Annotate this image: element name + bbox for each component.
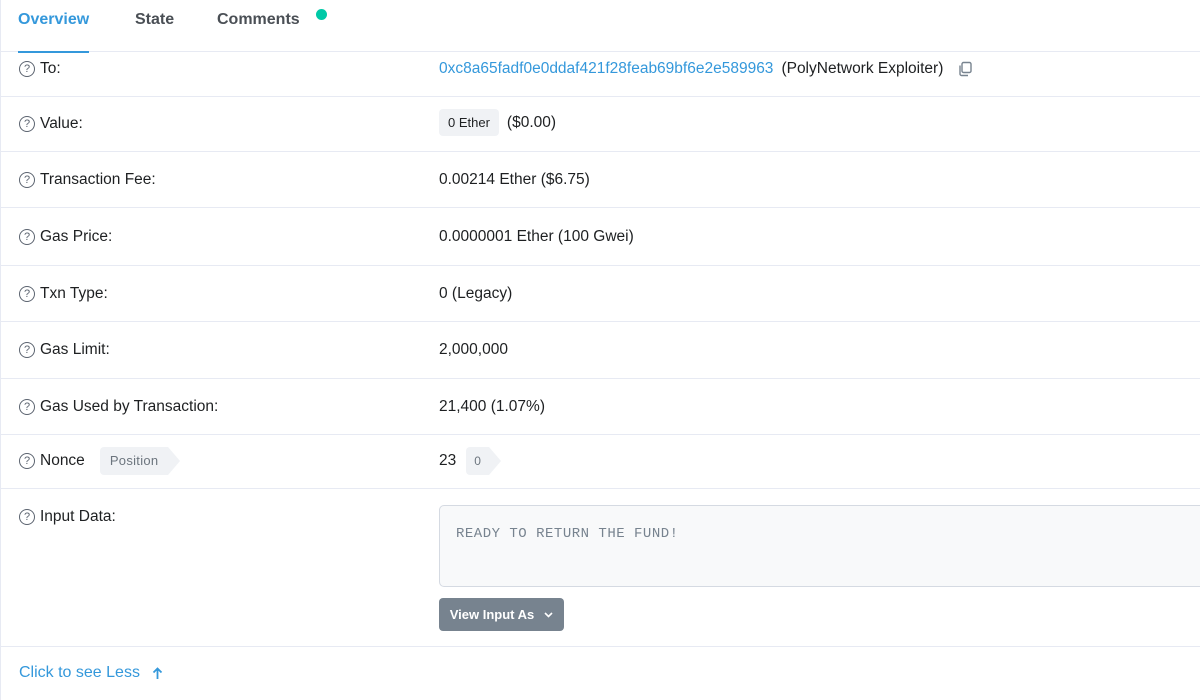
row-gas-limit: ? Gas Limit: 2,000,000 [1, 322, 1200, 379]
question-circle-icon[interactable]: ? [19, 342, 35, 358]
fee-value: 0.00214 Ether ($6.75) [439, 171, 590, 189]
arrow-up-icon [152, 666, 163, 679]
value-value-group: 0 Ether ($0.00) [439, 109, 556, 136]
to-address-link[interactable]: 0xc8a65fadf0e0ddaf421f28feab69bf6e2e5899… [439, 60, 773, 78]
nonce-label: Nonce [40, 452, 85, 469]
fee-value-text: 0.00214 Ether ($6.75) [439, 171, 590, 188]
ether-amount-badge: 0 Ether [439, 109, 499, 136]
gas-used-value: 21,400 (1.07%) [439, 398, 545, 416]
value-label: Value: [40, 115, 83, 132]
row-to: ? To: 0xc8a65fadf0e0ddaf421f28feab69bf6e… [1, 52, 1200, 97]
view-input-as-button[interactable]: View Input As [439, 598, 564, 631]
row-transaction-fee: ? Transaction Fee: 0.00214 Ether ($6.75) [1, 152, 1200, 208]
tab-bar: Overview State Comments [1, 0, 1200, 53]
row-value: ? Value: 0 Ether ($0.00) [1, 97, 1200, 152]
question-circle-icon[interactable]: ? [19, 453, 35, 469]
value-label-group: ? Value: [19, 115, 83, 133]
to-address-name: (PolyNetwork Exploiter) [781, 60, 944, 77]
fee-label-group: ? Transaction Fee: [19, 171, 156, 189]
position-value-badge: 0 [466, 447, 501, 475]
fee-label: Transaction Fee: [40, 171, 156, 188]
nonce-value: 23 [439, 452, 457, 469]
gas-price-value: 0.0000001 Ether (100 Gwei) [439, 228, 634, 246]
nonce-label-group: ? Nonce Position [19, 447, 181, 475]
nonce-value-group: 23 0 [439, 447, 501, 475]
tab-overview[interactable]: Overview [18, 0, 90, 53]
see-less-label: Click to see Less [19, 664, 140, 681]
txn-type-label-group: ? Txn Type: [19, 285, 108, 303]
tab-overview-label: Overview [18, 11, 90, 28]
gas-price-value-text: 0.0000001 Ether (100 Gwei) [439, 228, 634, 245]
question-circle-icon[interactable]: ? [19, 229, 35, 245]
to-value-group: 0xc8a65fadf0e0ddaf421f28feab69bf6e2e5899… [439, 60, 973, 78]
gas-used-label-group: ? Gas Used by Transaction: [19, 398, 218, 416]
to-label: To: [40, 60, 61, 77]
question-circle-icon[interactable]: ? [19, 116, 35, 132]
gas-limit-value-text: 2,000,000 [439, 341, 508, 358]
gas-price-label-group: ? Gas Price: [19, 228, 112, 246]
question-circle-icon[interactable]: ? [19, 509, 35, 525]
row-gas-used: ? Gas Used by Transaction: 21,400 (1.07%… [1, 379, 1200, 435]
chevron-down-icon [544, 611, 553, 618]
tab-state-label: State [135, 11, 175, 28]
question-circle-icon[interactable]: ? [19, 172, 35, 188]
tab-state[interactable]: State [135, 0, 174, 52]
input-data-label: Input Data: [40, 508, 116, 525]
copy-icon[interactable] [957, 61, 973, 77]
row-gas-price: ? Gas Price: 0.0000001 Ether (100 Gwei) [1, 208, 1200, 266]
question-circle-icon[interactable]: ? [19, 399, 35, 415]
gas-used-value-text: 21,400 (1.07%) [439, 398, 545, 415]
see-less-link[interactable]: Click to see Less [19, 664, 163, 682]
row-nonce: ? Nonce Position 23 0 [1, 435, 1200, 489]
gas-limit-label-group: ? Gas Limit: [19, 341, 110, 359]
gas-used-label: Gas Used by Transaction: [40, 398, 219, 415]
row-txn-type: ? Txn Type: 0 (Legacy) [1, 266, 1200, 322]
position-badge: Position [99, 447, 181, 475]
gas-limit-label: Gas Limit: [40, 341, 110, 358]
new-comments-dot-icon [316, 9, 327, 20]
input-data-text: READY TO RETURN THE FUND! [456, 526, 679, 542]
question-circle-icon[interactable]: ? [19, 61, 35, 77]
transaction-details-page: Overview State Comments ? To: 0xc8a65fad… [0, 0, 1200, 700]
gas-price-label: Gas Price: [40, 228, 113, 245]
input-data-label-group: ? Input Data: [19, 508, 116, 526]
view-input-as-label: View Input As [449, 607, 535, 622]
txn-type-value-text: 0 (Legacy) [439, 285, 513, 302]
txn-type-label: Txn Type: [40, 285, 108, 302]
question-circle-icon[interactable]: ? [19, 286, 35, 302]
tab-comments-label: Comments [217, 11, 300, 28]
gas-limit-value: 2,000,000 [439, 341, 508, 359]
txn-type-value: 0 (Legacy) [439, 285, 512, 303]
to-label-group: ? To: [19, 60, 61, 78]
tab-comments[interactable]: Comments [217, 0, 327, 52]
input-data-textarea[interactable]: READY TO RETURN THE FUND! [439, 505, 1200, 587]
value-usd: ($0.00) [506, 113, 557, 131]
